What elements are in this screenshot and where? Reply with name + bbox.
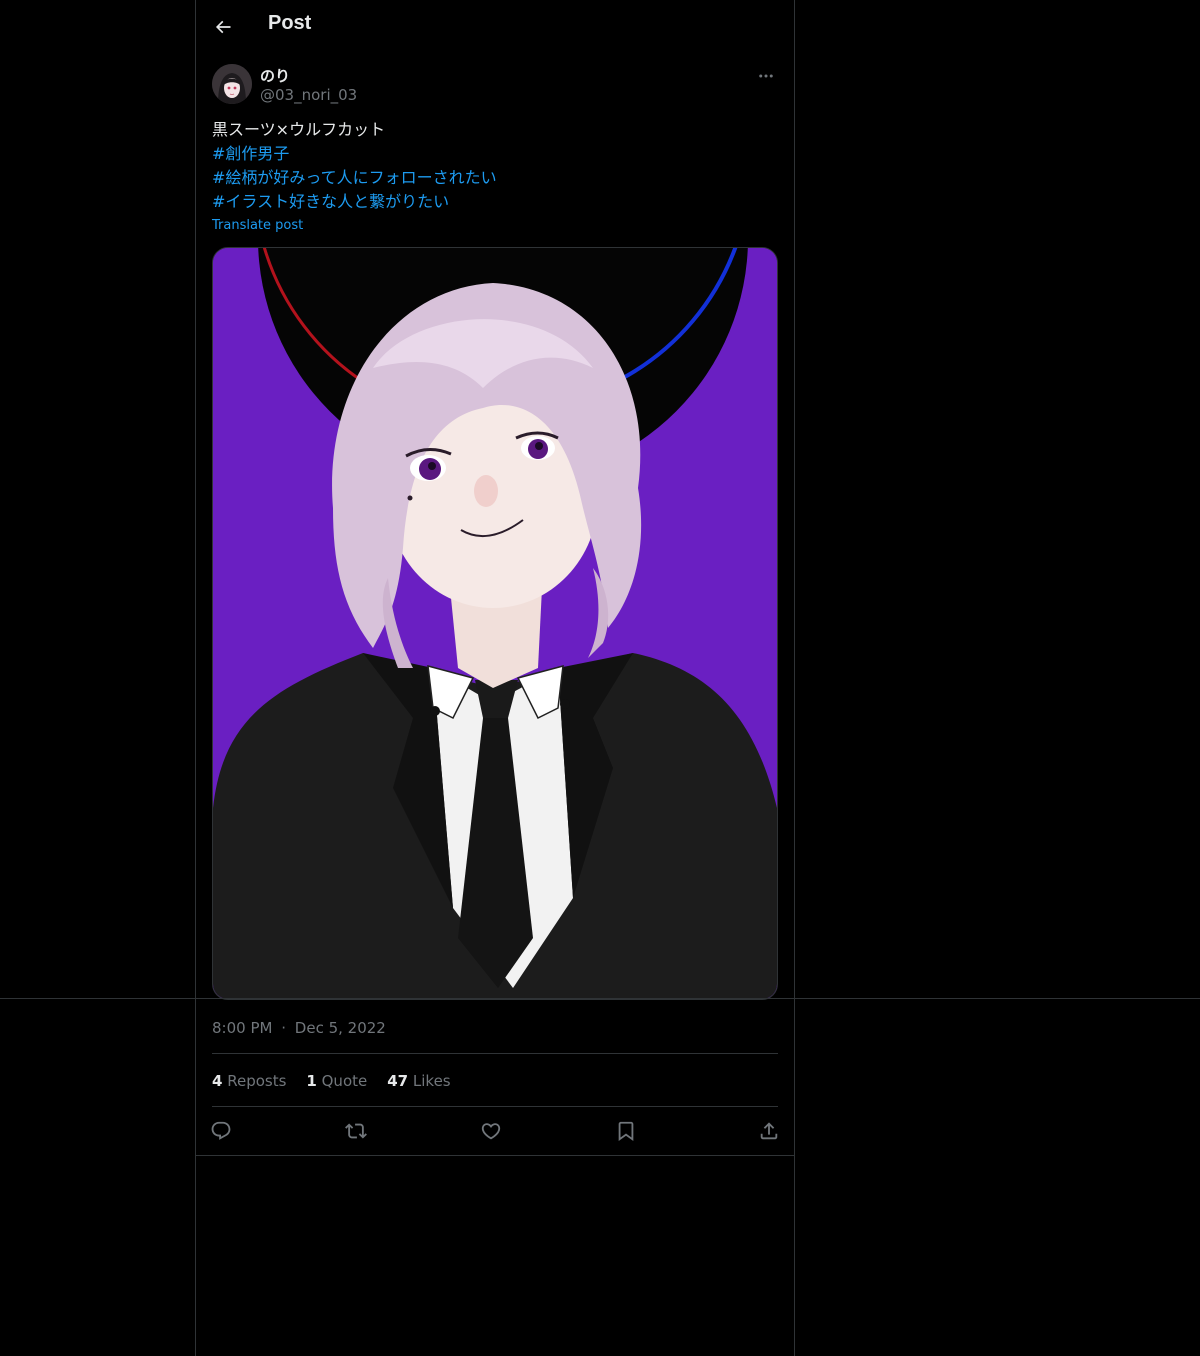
likes-stat[interactable]: 47 Likes <box>387 1072 450 1090</box>
reply-icon <box>211 1121 231 1140</box>
hashtag-link[interactable]: #イラスト好きな人と繋がりたい <box>212 190 778 214</box>
display-name[interactable]: のり <box>260 65 290 86</box>
reposts-stat[interactable]: 4 Reposts <box>212 1072 286 1090</box>
post-time: 8:00 PM <box>212 1019 273 1037</box>
arrow-left-icon <box>215 20 231 34</box>
quotes-stat[interactable]: 1 Quote <box>306 1072 367 1090</box>
more-icon <box>759 74 773 78</box>
post-date: Dec 5, 2022 <box>294 1019 386 1037</box>
tweet-text-line: 黒スーツ×ウルフカット <box>212 120 386 139</box>
back-button[interactable] <box>204 8 242 46</box>
share-button[interactable] <box>752 1114 786 1148</box>
repost-button[interactable] <box>339 1114 373 1148</box>
repost-icon <box>345 1123 367 1139</box>
page-title: Post <box>268 12 312 34</box>
more-button[interactable] <box>754 64 778 88</box>
overlay-line <box>0 998 1200 999</box>
post-timestamp[interactable]: 8:00 PM · Dec 5, 2022 <box>212 1019 386 1037</box>
tweet-text: 黒スーツ×ウルフカット #創作男子 #絵柄が好みって人にフォローされたい #イラ… <box>212 118 778 214</box>
primary-column: Post のり @03_nori_03 黒スーツ×ウルフカット #創作男子 #絵… <box>195 0 795 1356</box>
avatar-image <box>212 64 252 104</box>
like-icon <box>481 1123 501 1140</box>
quotes-count: 1 <box>306 1072 317 1090</box>
action-bar <box>211 1114 778 1148</box>
divider <box>212 1106 778 1107</box>
engagement-stats: 4 Reposts 1 Quote 47 Likes <box>212 1072 451 1090</box>
page-header: Post <box>196 0 794 54</box>
like-button[interactable] <box>474 1114 508 1148</box>
quotes-label: Quote <box>321 1072 368 1090</box>
author-row: のり @03_nori_03 <box>212 64 778 108</box>
bookmark-icon <box>618 1121 634 1142</box>
post-image[interactable] <box>212 247 778 1000</box>
divider <box>196 1155 794 1156</box>
share-icon <box>760 1122 778 1140</box>
divider <box>212 1053 778 1054</box>
translate-post-link[interactable]: Translate post <box>212 218 303 233</box>
hashtag-link[interactable]: #絵柄が好みって人にフォローされたい <box>212 166 778 190</box>
avatar[interactable] <box>212 64 252 104</box>
likes-label: Likes <box>412 1072 451 1090</box>
reposts-label: Reposts <box>227 1072 287 1090</box>
hashtag-link[interactable]: #創作男子 <box>212 142 778 166</box>
bookmark-button[interactable] <box>609 1114 643 1148</box>
likes-count: 47 <box>387 1072 409 1090</box>
user-handle[interactable]: @03_nori_03 <box>260 86 357 104</box>
reply-button[interactable] <box>204 1114 238 1148</box>
reposts-count: 4 <box>212 1072 223 1090</box>
illustration <box>213 248 777 999</box>
separator-dot: · <box>281 1019 287 1037</box>
